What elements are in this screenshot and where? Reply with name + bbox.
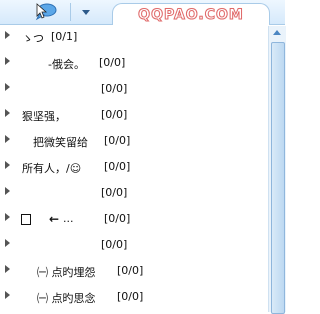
list-item[interactable]: ㈠ 点旳思念 [0/0] (0, 286, 268, 308)
list-item[interactable]: [0/0] (0, 234, 268, 256)
group-count: [0/0] (101, 82, 128, 95)
watermark-text: QQPAO.COM (138, 6, 244, 23)
list-item[interactable]: ゝつ [0/1] (0, 26, 268, 48)
expand-arrow-icon[interactable] (5, 135, 10, 143)
list-item[interactable]: [0/0] (0, 182, 268, 204)
tab-area: QQPAO.COM (100, 0, 280, 25)
group-name: 所有人，/☺ (22, 162, 82, 175)
expand-arrow-icon[interactable] (5, 291, 10, 299)
scroll-up-arrow-icon (273, 30, 281, 35)
group-name: -俄会。 (48, 58, 85, 71)
list-item[interactable]: [0/0] (0, 78, 268, 100)
expand-arrow-icon[interactable] (5, 31, 10, 39)
group-count: [0/0] (101, 108, 128, 121)
expand-arrow-icon[interactable] (5, 239, 10, 247)
expand-arrow-icon[interactable] (5, 161, 10, 169)
group-count: [0/0] (101, 186, 128, 199)
group-name: ゝつ (22, 32, 44, 45)
list-item[interactable]: ← ... [0/0] (0, 208, 268, 230)
expand-arrow-icon[interactable] (5, 213, 10, 221)
group-count: [0/0] (117, 290, 144, 303)
dropdown-arrow-icon[interactable] (78, 4, 94, 20)
expand-arrow-icon[interactable] (5, 187, 10, 195)
expand-arrow-icon[interactable] (5, 57, 10, 65)
group-count: [0/1] (51, 30, 78, 43)
group-name: 狠坚强， (22, 110, 66, 123)
scrollbar-thumb[interactable] (271, 42, 285, 314)
expand-arrow-icon[interactable] (5, 109, 10, 117)
list-item[interactable]: ㈠ 点旳埋怨 [0/0] (0, 260, 268, 282)
group-count: [0/0] (104, 160, 131, 173)
left-arrow-icon: ← (49, 212, 60, 226)
group-count: [0/0] (104, 212, 131, 225)
group-name: 把微笑留给 (33, 136, 88, 149)
list-item[interactable]: 狠坚强， [0/0] (0, 104, 268, 126)
group-count: [0/0] (101, 238, 128, 251)
status-chat-bubble-icon[interactable] (32, 2, 62, 22)
list-item[interactable]: 把微笑留给 [0/0] (0, 130, 268, 152)
tab-main[interactable]: QQPAO.COM (112, 3, 270, 25)
square-box-icon (21, 214, 31, 225)
list-item[interactable]: 所有人，/☺ [0/0] (0, 156, 268, 178)
vertical-scrollbar[interactable] (268, 26, 286, 314)
group-count: [0/0] (99, 56, 126, 69)
toolbar: QQPAO.COM (0, 0, 285, 25)
list-item[interactable]: -俄会。 [0/0] (0, 52, 268, 74)
toolbar-divider (70, 3, 71, 21)
group-name: ㈠ 点旳埋怨 (37, 266, 96, 279)
group-list: ゝつ [0/1] -俄会。 [0/0] [0/0] 狠坚强， [0/0] 把微笑… (0, 26, 268, 312)
group-count: [0/0] (117, 264, 144, 277)
scroll-up-button[interactable] (269, 26, 286, 40)
group-name: ㈠ 点旳思念 (37, 292, 96, 305)
group-count: [0/0] (104, 134, 131, 147)
expand-arrow-icon[interactable] (5, 265, 10, 273)
group-name-ellipsis: ... (63, 212, 74, 225)
expand-arrow-icon[interactable] (5, 83, 10, 91)
